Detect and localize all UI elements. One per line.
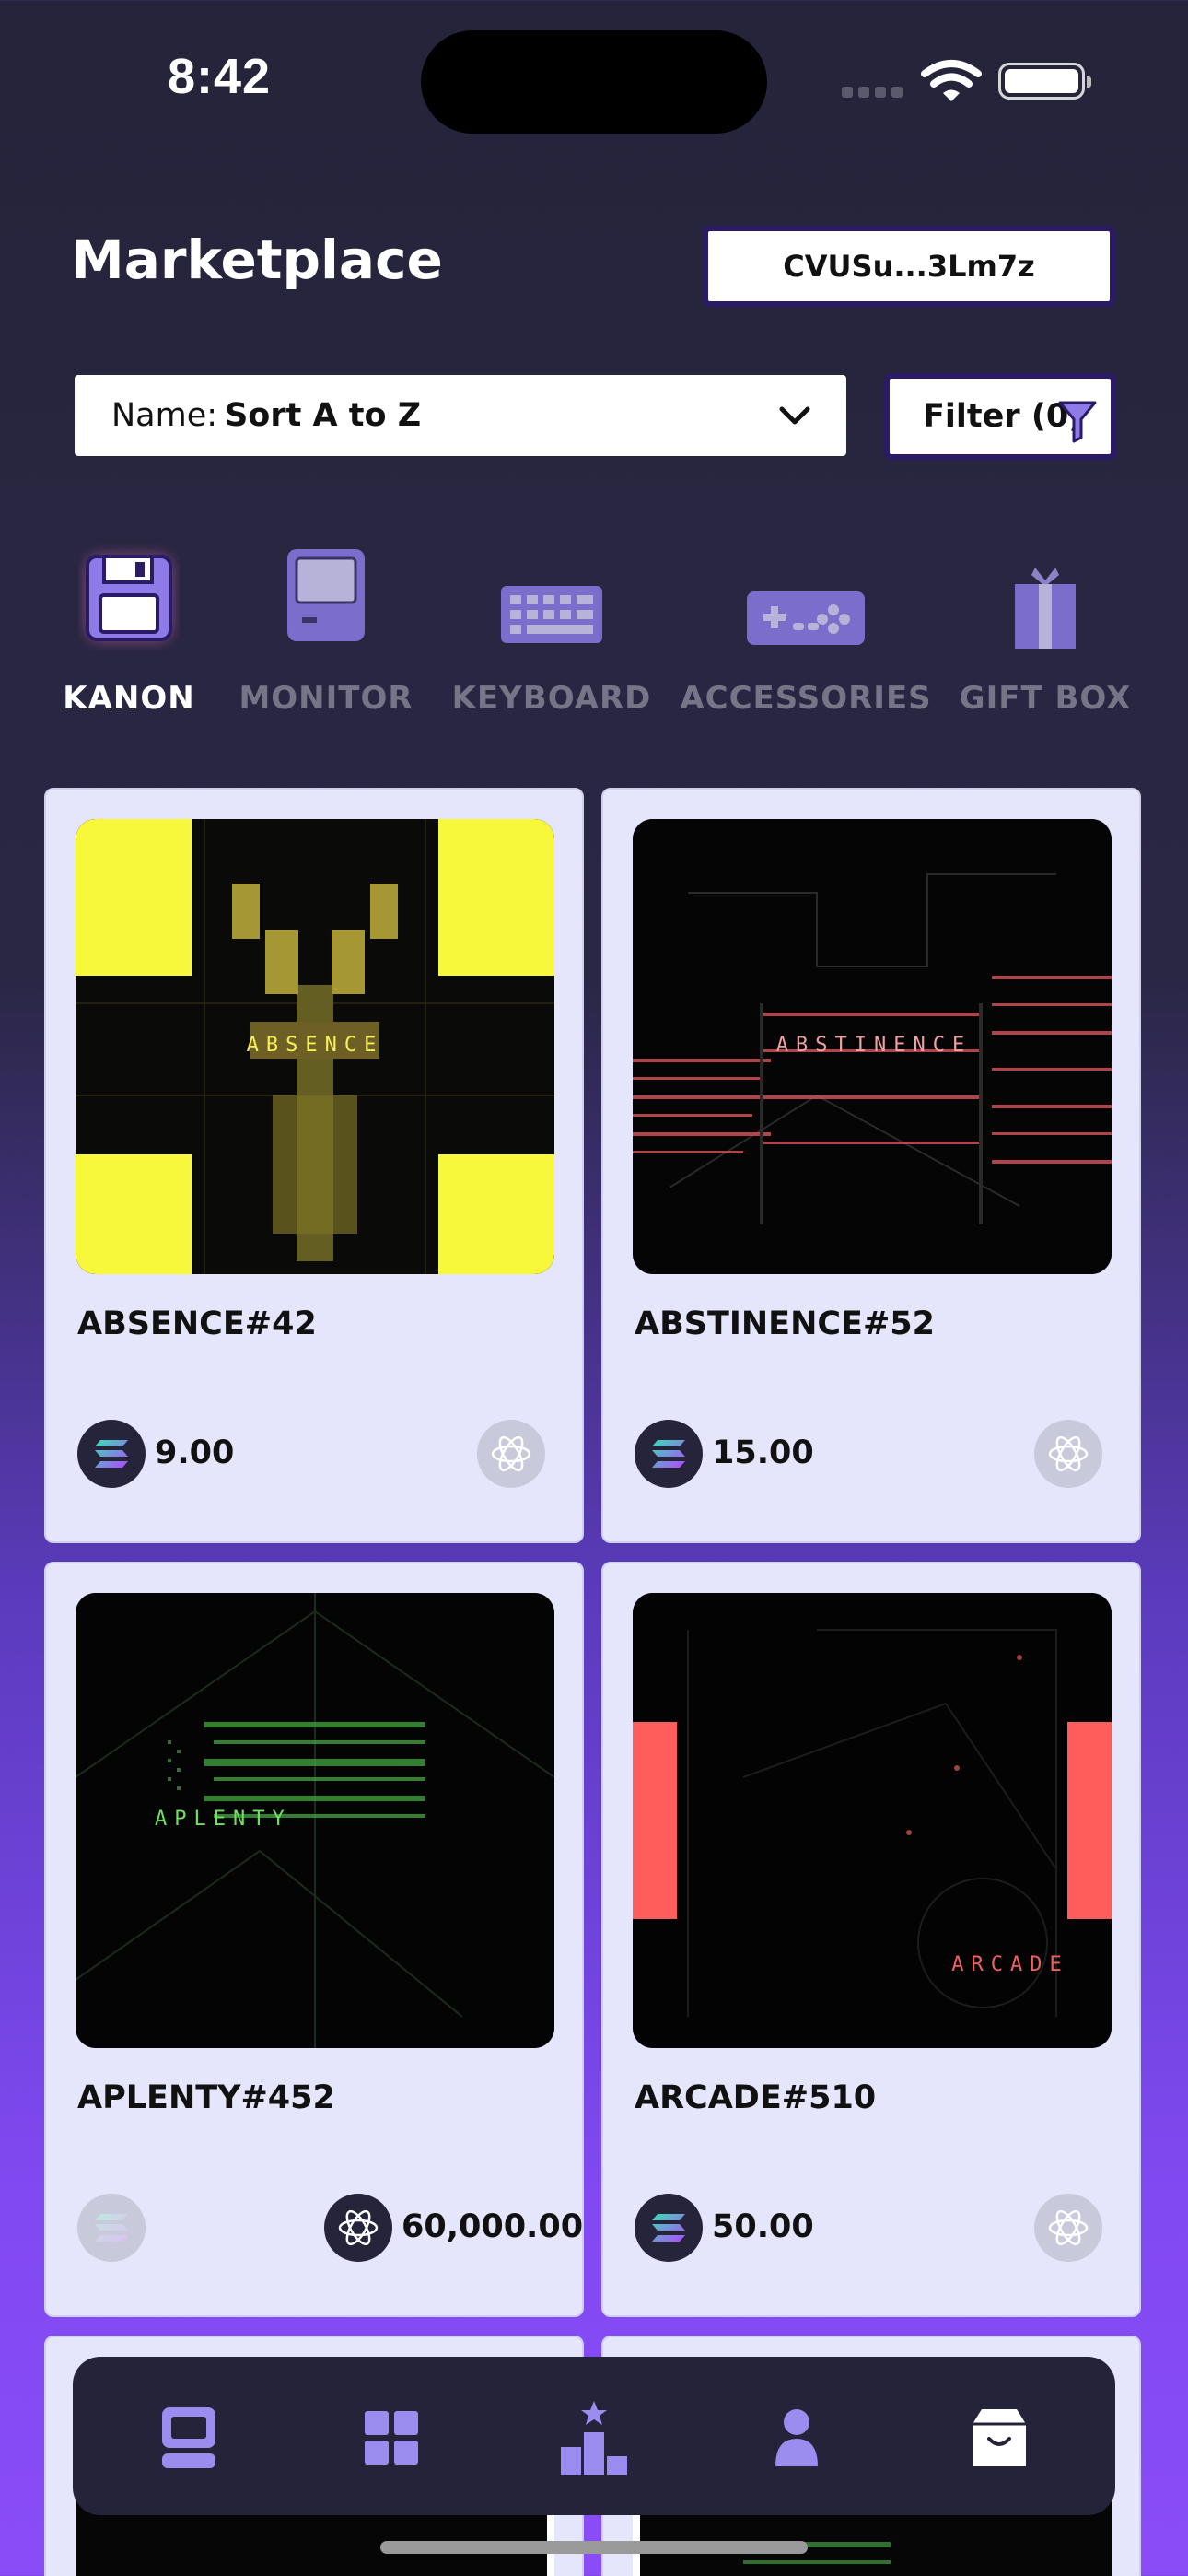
grid-icon[interactable] bbox=[355, 2401, 428, 2475]
nft-name: ABSENCE#42 bbox=[77, 1306, 317, 1342]
solana-icon bbox=[635, 2194, 703, 2262]
artwork-text: ARCADE bbox=[951, 1953, 1068, 1976]
gamepad-icon bbox=[745, 590, 867, 650]
nft-artwork: APLENTY bbox=[76, 1593, 554, 2048]
solana-icon bbox=[77, 2194, 146, 2262]
dynamic-island bbox=[421, 30, 767, 134]
artwork-text: APLENTY bbox=[155, 1808, 292, 1831]
nft-artwork: ABSENCE bbox=[76, 819, 554, 1274]
nft-price: 9.00 bbox=[155, 1434, 235, 1471]
atom-icon bbox=[477, 1420, 545, 1488]
bottom-navigation bbox=[73, 2357, 1115, 2515]
home-indicator bbox=[380, 2541, 808, 2554]
price-row: 9.00 bbox=[77, 1420, 564, 1488]
profile-icon[interactable] bbox=[760, 2401, 833, 2475]
keyboard-icon bbox=[499, 584, 604, 649]
tab-label: KANON bbox=[63, 680, 195, 717]
atom-icon bbox=[1034, 2194, 1102, 2262]
sort-dropdown[interactable]: Name: Sort A to Z bbox=[75, 375, 846, 456]
nft-card[interactable]: ARCADE ARCADE#510 50.00 bbox=[601, 1562, 1141, 2317]
nft-card[interactable]: ABSENCE ABSENCE#42 9.00 bbox=[44, 788, 584, 1543]
wallet-address-button[interactable]: CVUSu...3Lm7z bbox=[703, 226, 1115, 307]
category-tabs: KANON MONITOR KEYBOARD ACCESSORIES GIFT … bbox=[0, 544, 1188, 728]
price-row: 60,000.00 bbox=[77, 2194, 583, 2262]
nft-artwork: ARCADE bbox=[633, 1593, 1112, 2048]
floppy-disk-icon bbox=[78, 544, 180, 654]
status-bar: 8:42 bbox=[0, 0, 1188, 147]
nft-card[interactable]: APLENTY APLENTY#452 60,000.00 bbox=[44, 1562, 584, 2317]
battery-icon bbox=[998, 63, 1091, 100]
atom-icon bbox=[324, 2194, 392, 2262]
nft-artwork: ABSTINENCE bbox=[633, 819, 1112, 1274]
sort-prefix: Name: bbox=[111, 397, 218, 434]
artwork-text: ABSENCE bbox=[247, 1034, 384, 1057]
leaderboard-icon[interactable] bbox=[557, 2401, 631, 2475]
solana-icon bbox=[635, 1420, 703, 1488]
nft-name: ARCADE#510 bbox=[635, 2079, 877, 2116]
page-title: Marketplace bbox=[71, 228, 443, 291]
nft-price: 60,000.00 bbox=[402, 2208, 584, 2245]
artwork-text: ABSTINENCE bbox=[776, 1034, 972, 1057]
solana-icon bbox=[77, 1420, 146, 1488]
tab-label: KEYBOARD bbox=[451, 680, 652, 717]
atom-icon bbox=[1034, 1420, 1102, 1488]
funnel-icon bbox=[1057, 399, 1098, 451]
nft-card[interactable]: ABSTINENCE ABSTINENCE#52 15.00 bbox=[601, 788, 1141, 1543]
status-time: 8:42 bbox=[168, 49, 272, 104]
price-row: 50.00 bbox=[635, 2194, 1121, 2262]
sort-value: Sort A to Z bbox=[225, 397, 422, 434]
computer-icon bbox=[284, 544, 368, 649]
wifi-icon bbox=[921, 59, 982, 107]
nft-name: APLENTY#452 bbox=[77, 2079, 335, 2116]
tab-label: ACCESSORIES bbox=[680, 680, 932, 717]
computer-icon[interactable] bbox=[152, 2401, 226, 2475]
chevron-down-icon bbox=[778, 401, 811, 438]
tab-label: GIFT BOX bbox=[959, 680, 1132, 717]
nft-price: 15.00 bbox=[712, 1434, 814, 1471]
shop-bag-icon[interactable] bbox=[962, 2401, 1036, 2475]
gift-box-icon bbox=[1011, 566, 1079, 654]
tab-label: MONITOR bbox=[239, 680, 413, 717]
cellular-signal-icon bbox=[842, 87, 903, 98]
price-row: 15.00 bbox=[635, 1420, 1121, 1488]
nft-price: 50.00 bbox=[712, 2208, 814, 2245]
nft-name: ABSTINENCE#52 bbox=[635, 1306, 935, 1342]
filter-button[interactable]: Filter (0) bbox=[884, 373, 1116, 460]
